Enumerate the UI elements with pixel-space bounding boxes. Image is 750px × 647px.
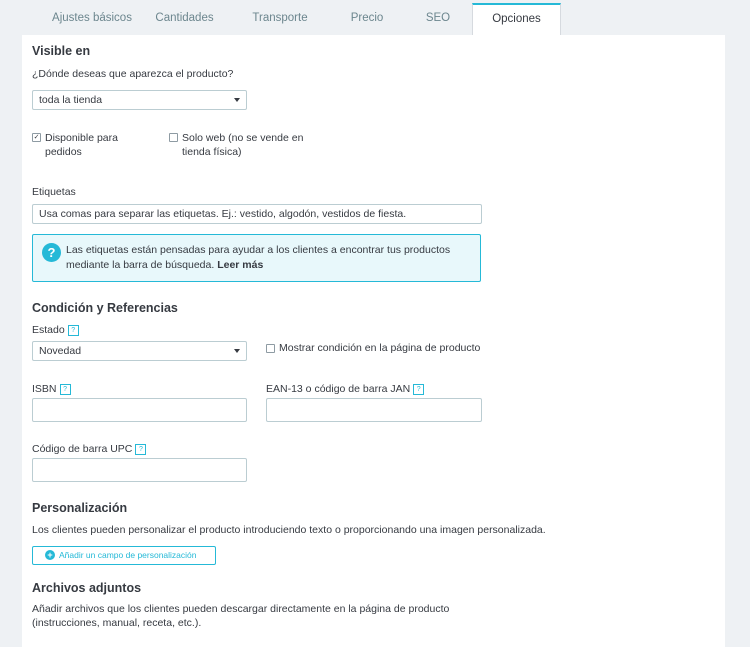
upc-label: Código de barra UPC?	[32, 443, 147, 455]
web-only-label-line1: Solo web (no se vende en	[182, 132, 304, 144]
tab-ajustes-basicos[interactable]: Ajustes básicos	[22, 3, 162, 35]
isbn-help-icon[interactable]: ?	[59, 384, 71, 395]
upc-label-text: Código de barra UPC	[32, 443, 133, 455]
customization-description: Los clientes pueden personalizar el prod…	[32, 524, 546, 536]
state-select-value: Novedad	[39, 345, 82, 357]
attachments-description-line2: (instrucciones, manual, receta, etc.).	[32, 617, 202, 629]
customization-heading: Personalización	[32, 501, 128, 515]
add-customization-field-button[interactable]: + Añadir un campo de personalización	[32, 546, 216, 565]
ean-help-icon[interactable]: ?	[413, 384, 425, 395]
web-only-label-line2: tienda física)	[182, 146, 242, 158]
product-tabs: Ajustes básicos Cantidades Transporte Pr…	[22, 3, 725, 36]
ean-input[interactable]	[266, 398, 482, 422]
read-more-link[interactable]: Leer más	[217, 259, 263, 271]
tab-opciones[interactable]: Opciones	[472, 3, 561, 36]
isbn-label: ISBN?	[32, 383, 71, 395]
tab-precio[interactable]: Precio	[340, 3, 394, 35]
visibility-question: ¿Dónde deseas que aparezca el producto?	[32, 68, 234, 80]
visibility-select[interactable]: toda la tienda	[32, 90, 247, 110]
attachments-description-line1: Añadir archivos que los clientes pueden …	[32, 603, 450, 615]
available-label: Disponible para pedidos	[45, 131, 118, 159]
tags-help-text: Las etiquetas están pensadas para ayudar…	[66, 243, 471, 273]
chevron-down-icon	[234, 98, 240, 102]
plus-icon: +	[45, 550, 55, 560]
chevron-down-icon	[234, 349, 240, 353]
add-customization-field-label: Añadir un campo de personalización	[59, 550, 197, 560]
tags-label: Etiquetas	[32, 186, 76, 198]
visibility-select-value: toda la tienda	[39, 94, 103, 106]
attachments-heading: Archivos adjuntos	[32, 581, 142, 595]
available-checkbox[interactable]: ✓	[32, 133, 41, 142]
question-icon: ?	[42, 243, 61, 262]
available-label-line2: pedidos	[45, 146, 82, 158]
options-panel: Visible en ¿Dónde deseas que aparezca el…	[22, 35, 725, 647]
tags-input[interactable]: Usa comas para separar las etiquetas. Ej…	[32, 204, 482, 224]
upc-help-icon[interactable]: ?	[135, 444, 147, 455]
isbn-label-text: ISBN	[32, 383, 57, 395]
web-only-checkbox[interactable]	[169, 133, 178, 142]
visibility-heading: Visible en	[32, 44, 91, 58]
state-label-text: Estado	[32, 324, 65, 336]
ean-label: EAN-13 o código de barra JAN?	[266, 383, 425, 395]
show-condition-checkbox[interactable]	[266, 344, 275, 353]
tags-help-alert: ? Las etiquetas están pensadas para ayud…	[32, 234, 481, 282]
tab-transporte[interactable]: Transporte	[244, 3, 316, 35]
state-select[interactable]: Novedad	[32, 341, 247, 361]
upc-input[interactable]	[32, 458, 247, 482]
available-label-line1: Disponible para	[45, 132, 118, 144]
attachments-description: Añadir archivos que los clientes pueden …	[32, 602, 449, 630]
state-label: Estado?	[32, 324, 79, 336]
ean-label-text: EAN-13 o código de barra JAN	[266, 383, 411, 395]
show-condition-label: Mostrar condición en la página de produc…	[279, 342, 481, 354]
isbn-input[interactable]	[32, 398, 247, 422]
condition-heading: Condición y Referencias	[32, 301, 178, 315]
tab-cantidades[interactable]: Cantidades	[147, 3, 222, 35]
web-only-label: Solo web (no se vende en tienda física)	[182, 131, 303, 159]
tab-seo[interactable]: SEO	[416, 3, 460, 35]
state-help-icon[interactable]: ?	[67, 325, 79, 336]
